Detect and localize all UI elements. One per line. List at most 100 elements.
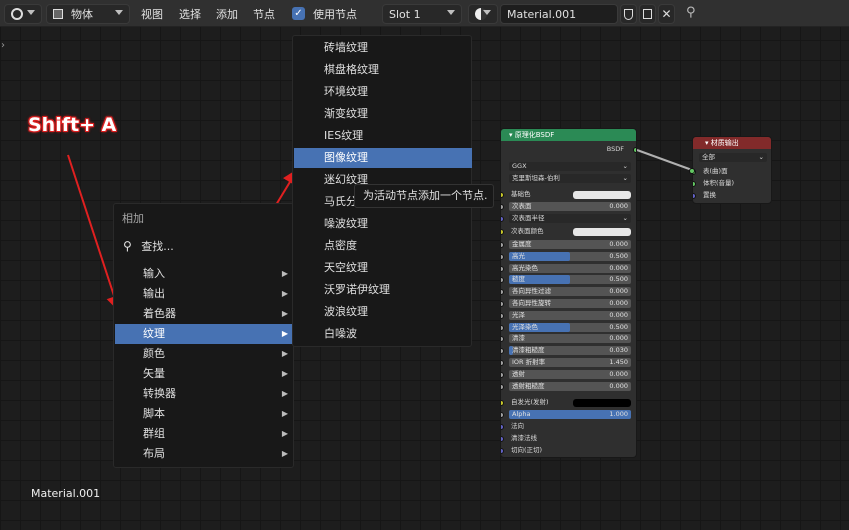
input-socket[interactable] (501, 229, 504, 235)
distribution-dropdown[interactable]: GGX ⌄ (509, 162, 631, 171)
menu-item-sky-texture[interactable]: 天空纹理 (294, 258, 472, 278)
input-socket[interactable] (501, 324, 504, 331)
bsdf-param-field[interactable]: 高光 0.500 (509, 251, 631, 261)
input-socket[interactable] (501, 301, 504, 307)
field-label: 各向异性旋转 (512, 299, 551, 307)
node-header[interactable]: ▾ 材质输出 (693, 137, 771, 149)
material-output-node[interactable]: ▾ 材质输出 全部 ⌄ 表(曲)面 体积(音量) 置换 (692, 136, 772, 204)
bsdf-param-field[interactable]: 清漆粗糙度 0.030 (509, 346, 631, 356)
input-socket[interactable] (501, 253, 504, 260)
menu-item-label: 布局 (143, 447, 165, 460)
field-value: 1.450 (609, 358, 628, 366)
input-socket[interactable] (501, 336, 504, 343)
input-socket[interactable] (501, 448, 504, 454)
add-menu-title: 相加 (122, 212, 144, 225)
input-socket[interactable] (501, 242, 504, 248)
input-socket[interactable] (501, 412, 504, 418)
input-socket[interactable] (501, 289, 504, 296)
menu-item-wave-texture[interactable]: 波浪纹理 (294, 302, 472, 322)
bsdf-param-field[interactable]: 金属度 0.000 (509, 240, 631, 249)
bsdf-param-row: 高光 0.500 (501, 251, 636, 262)
input-socket[interactable] (501, 371, 504, 378)
menu-item-environment-texture[interactable]: 环境纹理 (294, 82, 472, 102)
input-socket[interactable] (501, 424, 504, 430)
target-dropdown[interactable]: 全部 ⌄ (699, 153, 767, 162)
input-socket[interactable] (501, 216, 504, 222)
bsdf-param-field[interactable]: 透射 0.000 (509, 369, 631, 379)
input-socket[interactable] (501, 400, 504, 406)
menu-item-converter[interactable]: 转换器 ▶ (115, 384, 293, 404)
surface-input-socket[interactable] (689, 168, 695, 174)
menu-item-layout[interactable]: 布局 ▶ (115, 444, 293, 464)
field-label: 高光染色 (512, 263, 538, 272)
subsurface-method-dropdown[interactable]: 克里斯坦森-伯利 ⌄ (509, 174, 631, 183)
submenu-arrow-icon: ▶ (281, 429, 288, 438)
bsdf-param-row: 清漆 0.000 (501, 333, 636, 344)
menu-item-vector[interactable]: 矢量 ▶ (115, 364, 293, 384)
menu-item-image-texture[interactable]: 图像纹理 (294, 148, 472, 168)
submenu-arrow-icon: ▶ (281, 269, 288, 278)
bsdf-output-socket[interactable] (633, 147, 636, 153)
input-socket[interactable] (501, 348, 504, 355)
submenu-arrow-icon: ▶ (281, 389, 288, 398)
bsdf-param-field[interactable]: 光泽 0.000 (509, 310, 631, 320)
chevron-down-icon: ⌄ (758, 153, 764, 161)
menu-item-output[interactable]: 输出 ▶ (115, 284, 293, 304)
base-color-swatch[interactable] (573, 191, 631, 199)
base-color-label: 基础色 (511, 190, 531, 198)
bsdf-param-field[interactable]: 各向异性旋转 0.000 (509, 299, 631, 308)
tangent-row: 切向(正切) (501, 445, 636, 456)
bsdf-param-field[interactable]: IOR 折射率 1.450 (509, 358, 631, 367)
bsdf-param-field[interactable]: 高光染色 0.000 (509, 263, 631, 273)
input-socket[interactable] (693, 181, 696, 187)
input-socket[interactable] (501, 312, 504, 319)
collapse-icon[interactable]: ▾ (705, 139, 709, 147)
bsdf-param-row: IOR 折射率 1.450 (501, 357, 636, 368)
normal-label: 法向 (511, 422, 524, 430)
menu-item-gradient-texture[interactable]: 渐变纹理 (294, 104, 472, 124)
menu-item-brick-texture[interactable]: 砖墙纹理 (294, 38, 472, 58)
menu-item-label: 转换器 (143, 387, 176, 400)
subsurface-field[interactable]: 次表面 0.000 (509, 202, 631, 211)
emission-color-swatch[interactable] (573, 399, 631, 407)
chevron-down-icon: ⌄ (622, 162, 628, 170)
menu-item-input[interactable]: 输入 ▶ (115, 264, 293, 284)
submenu-arrow-icon: ▶ (281, 309, 288, 318)
menu-item-texture[interactable]: 纹理 ▶ (115, 324, 293, 344)
menu-item-voronoi-texture[interactable]: 沃罗诺伊纹理 (294, 280, 472, 300)
input-socket[interactable] (501, 192, 504, 198)
principled-bsdf-node[interactable]: ▾ 原理化BSDF BSDF GGX ⌄ 克里斯坦森-伯利 ⌄ 基础色 次表面 0.0… (500, 128, 637, 458)
menu-item-point-density[interactable]: 点密度 (294, 236, 472, 256)
input-socket[interactable] (501, 277, 504, 284)
submenu-arrow-icon: ▶ (281, 329, 288, 338)
menu-item-color[interactable]: 颜色 ▶ (115, 344, 293, 364)
bsdf-param-field[interactable]: 透射粗糙度 0.000 (509, 381, 631, 391)
subsurface-color-swatch[interactable] (573, 228, 631, 236)
subsurface-radius-dropdown[interactable]: 次表面半径 ⌄ (509, 214, 631, 223)
add-menu-search[interactable]: ⚲ 查找... (123, 238, 174, 254)
menu-item-group[interactable]: 群组 ▶ (115, 424, 293, 444)
input-socket[interactable] (501, 436, 504, 442)
input-socket[interactable] (501, 265, 504, 272)
input-socket[interactable] (501, 360, 504, 366)
bsdf-param-field[interactable]: 各向异性过滤 0.000 (509, 287, 631, 297)
field-value: 0.000 (609, 299, 628, 307)
menu-item-checker-texture[interactable]: 棋盘格纹理 (294, 60, 472, 80)
field-value: 0.000 (609, 202, 628, 210)
menu-item-shader[interactable]: 着色器 ▶ (115, 304, 293, 324)
input-socket[interactable] (501, 383, 504, 390)
menu-item-noise-texture[interactable]: 噪波纹理 (294, 214, 472, 234)
menu-item-script[interactable]: 脚本 ▶ (115, 404, 293, 424)
bsdf-param-field[interactable]: 糙度 0.500 (509, 275, 631, 285)
menu-item-ies-texture[interactable]: IES纹理 (294, 126, 472, 146)
alpha-field[interactable]: Alpha 1.000 (509, 410, 631, 419)
bsdf-param-field[interactable]: 清漆 0.000 (509, 334, 631, 344)
menu-item-white-noise[interactable]: 白噪波 (294, 324, 472, 344)
collapse-icon[interactable]: ▾ (509, 131, 513, 139)
submenu-arrow-icon: ▶ (281, 409, 288, 418)
input-socket[interactable] (501, 204, 504, 210)
field-label: Alpha (512, 410, 531, 418)
input-socket[interactable] (693, 193, 696, 199)
bsdf-param-field[interactable]: 光泽染色 0.500 (509, 322, 631, 332)
node-header[interactable]: ▾ 原理化BSDF (501, 129, 636, 141)
